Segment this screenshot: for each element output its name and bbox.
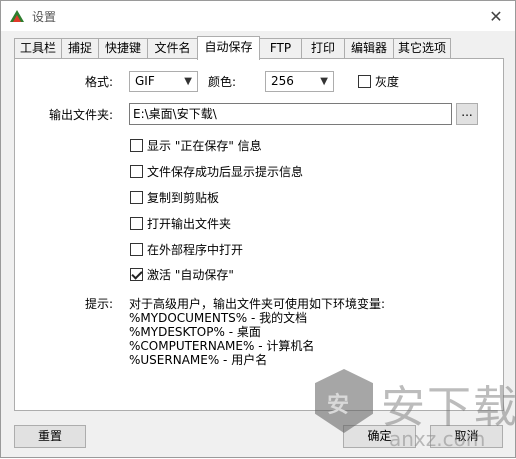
color-label: 颜色:: [208, 75, 237, 89]
env-variables-list: %MYDOCUMENTS% - 我的文档 %MYDESKTOP% - 桌面 %C…: [129, 311, 314, 367]
env-variable-item: %MYDESKTOP% - 桌面: [129, 325, 261, 339]
show-saving-message-checkbox[interactable]: [130, 139, 143, 152]
show-success-tip-label: 文件保存成功后显示提示信息: [147, 165, 304, 179]
chevron-down-icon: ▼: [320, 76, 328, 87]
tab-editor[interactable]: 编辑器: [344, 38, 394, 58]
activate-autosave-checkbox[interactable]: [130, 268, 143, 281]
title-bar: 设置 ✕: [1, 1, 515, 31]
watermark-badge-text: 安: [327, 393, 350, 418]
watermark-subtext: anxz.com: [389, 427, 486, 451]
env-variable-item: %MYDOCUMENTS% - 我的文档: [129, 311, 308, 325]
site-watermark: 安 安下载 anxz.com: [303, 361, 516, 459]
activate-autosave-label: 激活 "自动保存": [147, 268, 234, 282]
reset-button[interactable]: 重置: [14, 425, 86, 448]
app-icon: [10, 10, 24, 22]
tab-other-options[interactable]: 其它选项: [393, 38, 451, 58]
open-output-folder-checkbox[interactable]: [130, 217, 143, 230]
chevron-down-icon: ▼: [184, 76, 192, 87]
hint-label: 提示:: [85, 297, 114, 311]
color-select[interactable]: 256 ▼: [265, 71, 334, 92]
show-success-tip-checkbox[interactable]: [130, 165, 143, 178]
output-folder-input[interactable]: E:\桌面\安下载\: [129, 103, 452, 125]
open-in-external-program-checkbox[interactable]: [130, 243, 143, 256]
open-in-external-program-label: 在外部程序中打开: [147, 243, 244, 257]
color-value: 256: [271, 74, 294, 88]
copy-to-clipboard-checkbox[interactable]: [130, 191, 143, 204]
tab-toolbar[interactable]: 工具栏: [14, 38, 62, 58]
tab-print[interactable]: 打印: [301, 38, 345, 58]
settings-dialog: 设置 ✕ 工具栏 捕捉 快捷键 文件名 自动保存 FTP 打印 编辑器 其它选项…: [0, 0, 516, 458]
close-button[interactable]: ✕: [483, 5, 509, 27]
watermark-text: 安下载: [381, 382, 516, 433]
format-label: 格式:: [85, 75, 114, 89]
tab-filename[interactable]: 文件名: [147, 38, 198, 58]
window-title: 设置: [32, 10, 57, 24]
format-select[interactable]: GIF ▼: [129, 71, 198, 92]
hint-text: 对于高级用户，输出文件夹可使用如下环境变量:: [129, 297, 386, 311]
open-output-folder-label: 打开输出文件夹: [147, 217, 232, 231]
tab-capture[interactable]: 捕捉: [61, 38, 99, 58]
close-icon: ✕: [489, 6, 503, 26]
browse-button[interactable]: ...: [456, 103, 478, 125]
grayscale-checkbox[interactable]: [358, 75, 371, 88]
tab-hotkeys[interactable]: 快捷键: [98, 38, 148, 58]
tab-ftp[interactable]: FTP: [259, 38, 302, 58]
copy-to-clipboard-label: 复制到剪贴板: [147, 191, 220, 205]
env-variable-item: %COMPUTERNAME% - 计算机名: [129, 339, 315, 353]
format-value: GIF: [135, 74, 155, 88]
show-saving-message-label: 显示 "正在保存" 信息: [147, 139, 262, 153]
output-folder-label: 输出文件夹:: [49, 108, 114, 122]
grayscale-label: 灰度: [375, 75, 400, 89]
env-variable-item: %USERNAME% - 用户名: [129, 353, 268, 367]
tab-autosave[interactable]: 自动保存: [197, 36, 260, 60]
